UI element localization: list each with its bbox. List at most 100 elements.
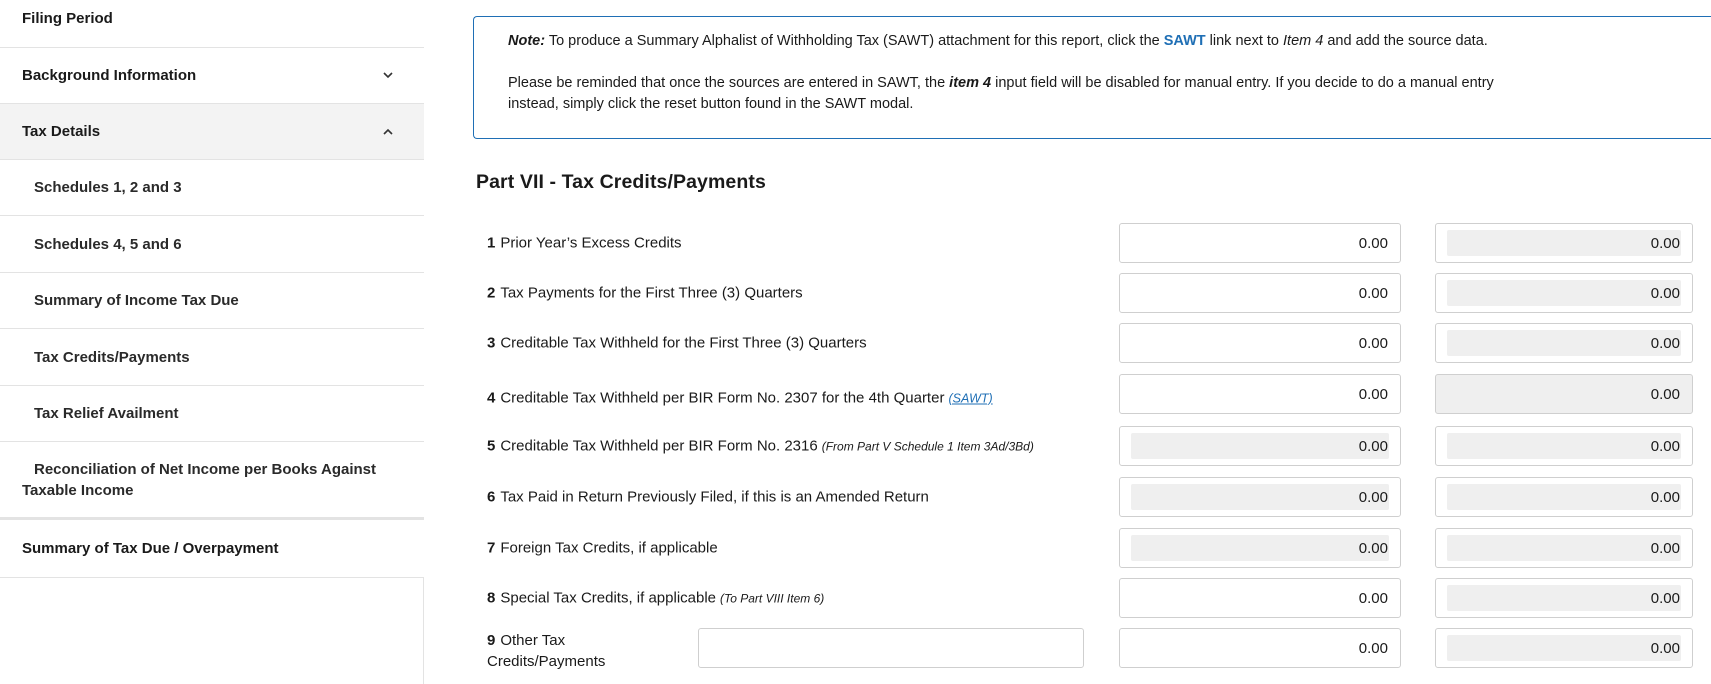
row-9-readonly-value: 0.00 <box>1650 639 1680 657</box>
note-item-4: item 4 <box>949 75 992 91</box>
row-6-readonly-value: 0.00 <box>1650 488 1680 506</box>
nav-schedules-4-5-6-label: Schedules 4, 5 and 6 <box>34 235 182 253</box>
nav-tax-credits-payments-label: Tax Credits/Payments <box>34 348 190 366</box>
note-item-ref: Item 4 <box>1283 33 1324 49</box>
row-7-number: 7 <box>487 539 496 557</box>
nav-filing-period[interactable]: Filing Period <box>0 0 424 48</box>
row-7-amount-value: 0.00 <box>1358 539 1388 557</box>
row-1-amount-value: 0.00 <box>1358 234 1388 252</box>
nav-summary-income-tax-due[interactable]: Summary of Income Tax Due <box>0 273 424 329</box>
row-4-amount-input[interactable]: 0.00 <box>1119 374 1401 414</box>
row-8-label: 8 Special Tax Credits, if applicable (To P… <box>487 590 824 607</box>
row-3-amount-value: 0.00 <box>1358 334 1388 352</box>
row-2-amount-input[interactable]: 0.00 <box>1119 273 1401 313</box>
row-8-amount-input[interactable]: 0.00 <box>1119 578 1401 618</box>
row-3-number: 3 <box>487 334 496 352</box>
row-8-hint: (To Part VIII Item 6) <box>720 591 825 606</box>
note-paragraph-1: Note: To produce a Summary Alphalist of … <box>508 31 1711 52</box>
nav-background-information-label: Background Information <box>22 67 197 84</box>
note-label: Note: <box>508 33 546 49</box>
row-9-text: Other Tax Credits/Payments <box>487 632 606 670</box>
row-6-label: 6 Tax Paid in Return Previously Filed, if… <box>487 489 929 506</box>
row-2-amount-value: 0.00 <box>1358 284 1388 302</box>
sidebar: Filing Period Background Information Tax… <box>0 0 424 684</box>
form-row-5: 5 Creditable Tax Withheld per BIR Form No… <box>425 426 1711 466</box>
row-5-amount-readonly-a: 0.00 <box>1119 426 1401 466</box>
form-row-8: 8 Special Tax Credits, if applicable (To P… <box>425 578 1711 618</box>
note-paragraph-2: Please be reminded that once the sources… <box>508 73 1548 115</box>
form-row-6: 6 Tax Paid in Return Previously Filed, if… <box>425 477 1711 517</box>
row-9-amount-value: 0.00 <box>1358 639 1388 657</box>
nav-tax-details[interactable]: Tax Details <box>0 104 424 160</box>
row-6-amount-readonly-b: 0.00 <box>1435 477 1693 517</box>
row-4-amount-value: 0.00 <box>1358 385 1388 403</box>
row-5-hint: (From Part V Schedule 1 Item 3Ad/3Bd) <box>821 439 1034 454</box>
row-4-readonly-value: 0.00 <box>1650 385 1680 403</box>
row-5-amount-readonly-b: 0.00 <box>1435 426 1693 466</box>
row-6-text: Tax Paid in Return Previously Filed, if … <box>500 488 929 506</box>
nav-tax-relief-availment-label: Tax Relief Availment <box>34 405 179 422</box>
row-2-number: 2 <box>487 284 496 302</box>
row-8-text: Special Tax Credits, if applicable <box>500 589 717 607</box>
row-4-text: Creditable Tax Withheld per BIR Form No.… <box>500 389 945 407</box>
nav-summary-tax-due-label: Summary of Tax Due / Overpayment <box>22 540 279 557</box>
row-8-number: 8 <box>487 589 496 607</box>
row-7-amount-readonly-b: 0.00 <box>1435 528 1693 568</box>
row-7-text: Foreign Tax Credits, if applicable <box>500 539 718 557</box>
nav-tax-details-label: Tax Details <box>22 123 101 140</box>
nav-schedules-4-5-6[interactable]: Schedules 4, 5 and 6 <box>0 216 424 273</box>
row-1-amount-readonly: 0.00 <box>1435 223 1693 263</box>
row-1-label: 1 Prior Year’s Excess Credits <box>487 235 682 252</box>
row-3-amount-readonly: 0.00 <box>1435 323 1693 363</box>
row-8-readonly-value: 0.00 <box>1650 589 1680 607</box>
row-6-amount-readonly-a: 0.00 <box>1119 477 1401 517</box>
row-1-amount-input[interactable]: 0.00 <box>1119 223 1401 263</box>
main-content: Note: To produce a Summary Alphalist of … <box>425 0 1711 684</box>
nav-summary-tax-due[interactable]: Summary of Tax Due / Overpayment <box>0 520 424 578</box>
row-8-amount-readonly: 0.00 <box>1435 578 1693 618</box>
sawt-link[interactable]: SAWT <box>1164 33 1206 49</box>
nav-reconciliation[interactable]: Reconciliation of Net Income per Books A… <box>0 442 424 520</box>
nav-tax-relief-availment[interactable]: Tax Relief Availment <box>0 386 424 442</box>
row-9-amount-input[interactable]: 0.00 <box>1119 628 1401 668</box>
form-row-2: 2 Tax Payments for the First Three (3) Qu… <box>425 273 1711 313</box>
note-text-c: and add the source data. <box>1327 33 1488 49</box>
chevron-down-icon <box>380 68 396 84</box>
chevron-up-icon <box>380 124 396 140</box>
nav-tax-credits-payments[interactable]: Tax Credits/Payments <box>0 329 424 386</box>
row-3-readonly-value: 0.00 <box>1650 334 1680 352</box>
row-9-label: 9 Other Tax Credits/Payments <box>487 630 647 672</box>
row-2-text: Tax Payments for the First Three (3) Qua… <box>500 284 803 302</box>
row-5-text: Creditable Tax Withheld per BIR Form No.… <box>500 437 818 455</box>
row-5-readonly-value: 0.00 <box>1650 437 1680 455</box>
row-4-amount-readonly: 0.00 <box>1435 374 1693 414</box>
row-9-amount-readonly: 0.00 <box>1435 628 1693 668</box>
nav-summary-income-tax-due-label: Summary of Income Tax Due <box>34 292 239 309</box>
row-4-sawt-link[interactable]: (SAWT) <box>948 392 992 406</box>
row-2-label: 2 Tax Payments for the First Three (3) Qu… <box>487 285 803 302</box>
row-9-number: 9 <box>487 632 496 649</box>
note-box: Note: To produce a Summary Alphalist of … <box>473 16 1711 139</box>
form-row-7: 7 Foreign Tax Credits, if applicable 0.00… <box>425 528 1711 568</box>
row-3-text: Creditable Tax Withheld for the First Th… <box>500 334 867 352</box>
row-5-number: 5 <box>487 437 496 455</box>
row-4-number: 4 <box>487 389 496 407</box>
nav-background-information[interactable]: Background Information <box>0 48 424 104</box>
row-7-label: 7 Foreign Tax Credits, if applicable <box>487 540 718 557</box>
row-4-label: 4 Creditable Tax Withheld per BIR Form No… <box>487 390 993 407</box>
nav-schedules-1-2-3[interactable]: Schedules 1, 2 and 3 <box>0 160 424 216</box>
row-5-label: 5 Creditable Tax Withheld per BIR Form No… <box>487 438 1034 455</box>
row-3-amount-input[interactable]: 0.00 <box>1119 323 1401 363</box>
note-text-b: link next to <box>1209 33 1279 49</box>
note-text-a: To produce a Summary Alphalist of Withho… <box>548 33 1160 49</box>
row-1-text: Prior Year’s Excess Credits <box>500 234 682 252</box>
row-5-amount-value: 0.00 <box>1358 437 1388 455</box>
nav-filing-period-label: Filing Period <box>22 10 113 27</box>
section-title: Part VII - Tax Credits/Payments <box>476 171 766 193</box>
form-row-1: 1 Prior Year’s Excess Credits 0.00 0.00 <box>425 223 1711 263</box>
nav-reconciliation-label: Reconciliation of Net Income per Books A… <box>22 460 376 499</box>
row-1-readonly-value: 0.00 <box>1650 234 1680 252</box>
form-row-3: 3 Creditable Tax Withheld for the First T… <box>425 323 1711 363</box>
row-7-readonly-value: 0.00 <box>1650 539 1680 557</box>
row-9-description-input[interactable] <box>698 628 1084 668</box>
